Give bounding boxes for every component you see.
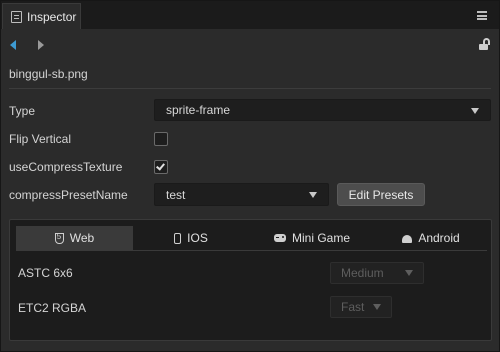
flip-vertical-label: Flip Vertical bbox=[9, 132, 72, 146]
chevron-down-icon bbox=[471, 108, 479, 114]
tab-title: Inspector bbox=[27, 9, 77, 24]
tab-underline bbox=[16, 250, 487, 251]
arrow-left-icon[interactable] bbox=[10, 40, 16, 50]
type-select[interactable]: sprite-frame bbox=[154, 99, 491, 121]
etc2-quality-select: Fast bbox=[330, 296, 392, 318]
asset-filename: binggul-sb.png bbox=[9, 67, 88, 81]
gamepad-icon bbox=[273, 234, 286, 242]
type-select-value: sprite-frame bbox=[166, 103, 231, 117]
use-compress-texture-label: useCompressTexture bbox=[9, 160, 123, 174]
tab-web[interactable]: Web bbox=[16, 226, 133, 250]
chevron-down-icon bbox=[373, 304, 381, 310]
arrow-right-icon[interactable] bbox=[38, 40, 44, 50]
use-compress-texture-checkbox[interactable] bbox=[154, 160, 168, 174]
checkmark-icon bbox=[156, 161, 165, 171]
unlock-icon[interactable] bbox=[479, 38, 490, 50]
tab-bar: Inspector bbox=[1, 1, 499, 29]
tab-android-label: Android bbox=[418, 231, 460, 245]
etc2-quality-value: Fast bbox=[341, 300, 365, 314]
divider bbox=[9, 88, 491, 89]
android-icon bbox=[402, 235, 413, 243]
html5-icon bbox=[54, 232, 64, 244]
chevron-down-icon bbox=[309, 192, 317, 198]
astc-quality-select: Medium bbox=[330, 262, 424, 284]
tab-web-label: Web bbox=[69, 231, 95, 245]
tab-ios[interactable]: IOS bbox=[136, 226, 246, 250]
tab-mini-game[interactable]: Mini Game bbox=[252, 226, 372, 250]
flip-vertical-checkbox[interactable] bbox=[154, 132, 168, 146]
phone-icon bbox=[174, 232, 182, 244]
type-label: Type bbox=[9, 104, 36, 118]
inspector-panel-icon bbox=[11, 10, 22, 23]
compress-preset-select[interactable]: test bbox=[154, 183, 329, 206]
astc-quality-value: Medium bbox=[341, 266, 384, 280]
edit-presets-button[interactable]: Edit Presets bbox=[337, 183, 425, 206]
tab-ios-label: IOS bbox=[187, 231, 208, 245]
hamburger-menu-icon[interactable] bbox=[477, 11, 487, 20]
tab-android[interactable]: Android bbox=[376, 226, 486, 250]
tab-mini-game-label: Mini Game bbox=[291, 231, 350, 245]
compress-preset-value: test bbox=[166, 187, 186, 202]
etc2-label: ETC2 RGBA bbox=[18, 301, 87, 315]
chevron-down-icon bbox=[405, 270, 413, 276]
compress-preset-label: compressPresetName bbox=[9, 188, 128, 202]
tab-inspector[interactable]: Inspector bbox=[2, 3, 81, 29]
astc-label: ASTC 6x6 bbox=[18, 266, 73, 280]
